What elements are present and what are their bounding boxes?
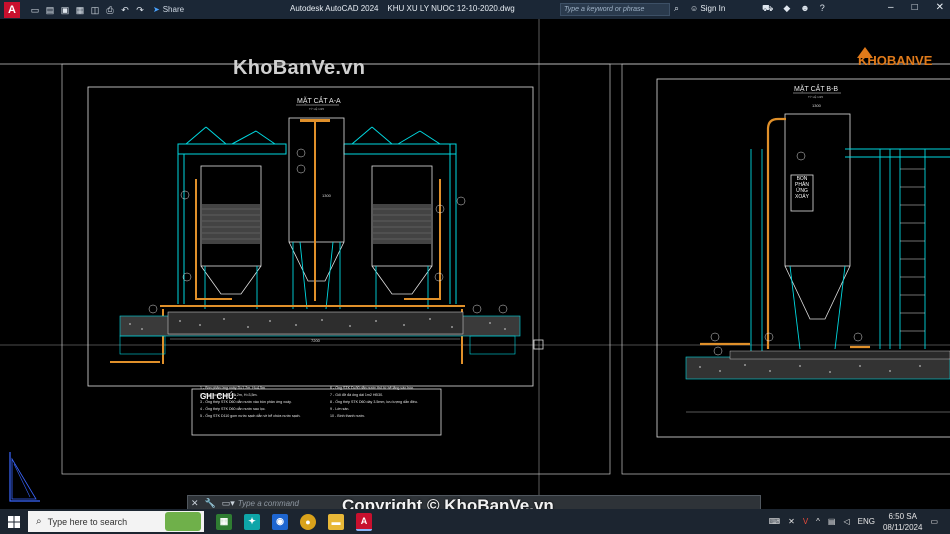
- tray-app-icon[interactable]: V: [803, 517, 808, 526]
- taskbar-app-cyan-icon[interactable]: ✦: [244, 513, 260, 530]
- note-item: 7 - Gối đỡ đá ống dài 1m2 HĐ30.: [330, 393, 384, 397]
- keyboard-icon[interactable]: ⌨: [769, 517, 781, 526]
- taskbar-app-green-icon[interactable]: ▦: [216, 513, 232, 530]
- open-folder-icon[interactable]: ▤: [45, 5, 55, 15]
- search-binoculars-icon[interactable]: ⌕: [674, 3, 679, 14]
- help-icon[interactable]: ?: [820, 3, 825, 15]
- chrome-icon[interactable]: ●: [300, 513, 316, 530]
- taskbar-search-input[interactable]: ⌕ Type here to search: [28, 511, 204, 532]
- system-tray: ⌨ ✕ V ^ ▤ ◁ ENG 6:50 SA 08/11/2024 ▭: [769, 509, 938, 534]
- search-input[interactable]: Type a keyword or phrase: [560, 3, 670, 16]
- notes-right-list: 6 - Ống STK D=90 dẫn nước thô từ bể lắng…: [330, 385, 438, 420]
- customize-wrench-icon[interactable]: 🔧: [205, 498, 216, 509]
- save-as-icon[interactable]: ▦: [75, 5, 85, 15]
- autocad-logo-icon[interactable]: A: [4, 1, 20, 18]
- note-item: 9 - Lớn sàn.: [330, 407, 350, 411]
- taskbar-clock[interactable]: 6:50 SA 08/11/2024: [883, 511, 922, 533]
- share-button[interactable]: ➤ Share: [153, 5, 184, 14]
- minimize-icon[interactable]: –: [888, 2, 894, 13]
- autocad-taskbar-icon[interactable]: A: [356, 512, 372, 531]
- dim-1300-bb: 1300: [812, 103, 822, 108]
- start-button[interactable]: [0, 515, 28, 528]
- print-icon[interactable]: ⎙: [105, 5, 115, 15]
- note-item: 3 - Ống thép STK D60 dẫn nước vào bồn ph…: [200, 400, 292, 404]
- clock-time: 6:50 SA: [888, 511, 917, 521]
- volume-icon[interactable]: ◁: [843, 517, 849, 526]
- note-item: 4 - Ống thép STK D60 dẫn nước sau lọc.: [200, 407, 266, 411]
- language-indicator[interactable]: ENG: [858, 517, 875, 526]
- new-file-icon[interactable]: ▭: [30, 5, 40, 15]
- section-aa-title: MẶT CẮT A-A: [297, 96, 341, 105]
- mic-mute-icon[interactable]: ✕: [788, 517, 795, 526]
- khobanve-logo-text: KHOBANVE: [858, 53, 933, 68]
- search-icon: ⌕: [36, 516, 42, 527]
- account-icon[interactable]: ☻: [800, 3, 809, 15]
- section-bb-title: MẶT CẮT B-B: [794, 84, 838, 93]
- dim-1300-aa: 1300: [322, 193, 332, 198]
- clock-date: 08/11/2024: [882, 522, 923, 532]
- taskbar-app-blue-icon[interactable]: ◉: [272, 513, 288, 530]
- show-hidden-icon[interactable]: ^: [816, 517, 820, 526]
- note-item: 8 - Ống thép STK D60 dày 3.5mm, lưu lượn…: [330, 400, 418, 404]
- undo-icon[interactable]: ↶: [120, 5, 130, 15]
- taskbar-search-placeholder: Type here to search: [47, 516, 128, 527]
- redo-icon[interactable]: ↷: [135, 5, 145, 15]
- command-history-icon[interactable]: ▭▾: [222, 498, 235, 509]
- ucs-icon: [9, 452, 40, 502]
- windows-taskbar: ⌕ Type here to search ▦ ✦ ◉ ● ▬ A ⌨ ✕ V …: [0, 509, 950, 534]
- sign-in-label: Sign In: [700, 4, 726, 13]
- note-item: 6 - Ống STK D=90 dẫn nước thô từ bể lắng…: [330, 386, 415, 390]
- close-command-icon[interactable]: ✕: [191, 498, 199, 509]
- command-input[interactable]: Type a command: [238, 499, 299, 508]
- save-icon[interactable]: ▣: [60, 5, 70, 15]
- share-label: Share: [162, 5, 185, 14]
- cad-drawing: MẶT CẮT A-A TỶ LỆ 1/25 7200 1300 MẶT CẮT…: [0, 19, 950, 509]
- watermark-text: KhoBanVe.vn: [233, 57, 366, 79]
- user-icon: ☺: [690, 4, 699, 13]
- section-aa-scale: TỶ LỆ 1/25: [309, 106, 324, 111]
- web-save-icon[interactable]: ◫: [90, 5, 100, 15]
- search-highlight-icon: [165, 512, 201, 531]
- quick-access-toolbar: ▭ ▤ ▣ ▦ ◫ ⎙ ↶ ↷: [30, 5, 145, 15]
- window-title: Autodesk AutoCAD 2024 KHU XU LY NUOC 12-…: [290, 4, 515, 13]
- notification-icon[interactable]: ▭: [930, 517, 938, 526]
- windows-logo-icon: [8, 515, 20, 528]
- maximize-icon[interactable]: □: [912, 2, 918, 13]
- share-icon: ➤: [153, 5, 160, 14]
- tank-label: BỒN PHẢN ỨNG XOÁY: [795, 176, 809, 200]
- note-item: 2 - Bồn lọc áp lực D=1,2m, H=3,5m.: [200, 393, 258, 397]
- network-icon[interactable]: ▤: [828, 517, 836, 526]
- section-bb-scale: TỶ LỆ 1/25: [808, 94, 823, 99]
- title-bar: A ▭ ▤ ▣ ▦ ◫ ⎙ ↶ ↷ ➤ Share Autodesk AutoC…: [0, 0, 950, 19]
- file-explorer-icon[interactable]: ▬: [328, 513, 344, 530]
- note-item: 1 - Bồn phản ứng xoáy D=1,2m, H=4,5m.: [200, 386, 266, 390]
- dim-7200: 7200: [311, 338, 321, 343]
- autodesk-app-icon[interactable]: ◆: [783, 3, 790, 15]
- note-item: 5 - Ống STK D110 gom nước sạch dẫn về bể…: [200, 414, 301, 418]
- sign-in-button[interactable]: ☺ Sign In: [690, 4, 725, 13]
- close-icon[interactable]: ✕: [936, 2, 944, 13]
- drawing-canvas[interactable]: MẶT CẮT A-A TỶ LỆ 1/25 7200 1300 MẶT CẮT…: [0, 19, 950, 509]
- notes-left-list: 1 - Bồn phản ứng xoáy D=1,2m, H=4,5m. 2 …: [200, 385, 325, 420]
- cart-icon[interactable]: ⛟: [762, 3, 773, 15]
- khobanve-logo: KHOBANVE: [857, 47, 933, 68]
- note-item: 10 - Bình thanh nước.: [330, 414, 366, 418]
